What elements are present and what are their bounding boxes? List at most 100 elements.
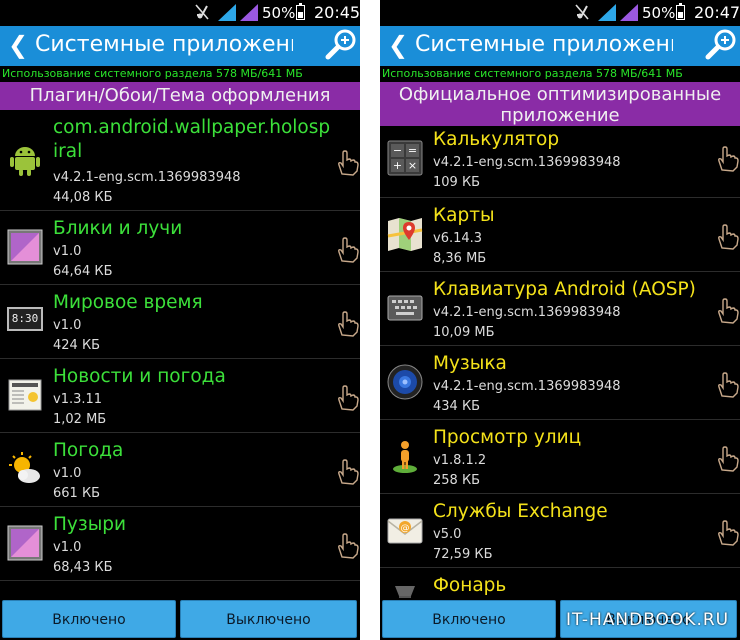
list-item[interactable]: − = + × Калькулятор v4.2.1-eng.scm.13699… <box>380 126 740 198</box>
disabled-filter-button[interactable]: Выключено <box>180 600 357 638</box>
tap-hand-icon[interactable] <box>335 383 359 411</box>
app-size: 44,08 КБ <box>53 190 113 205</box>
app-size: 68,43 КБ <box>53 560 113 575</box>
tap-hand-icon[interactable] <box>335 531 359 559</box>
list-item[interactable]: Блики и лучи v1.0 64,64 КБ <box>0 211 360 285</box>
tap-hand-icon[interactable] <box>335 235 359 263</box>
list-item[interactable]: Пузыри v1.0 68,43 КБ <box>0 507 360 581</box>
app-size: 10,09 МБ <box>433 325 495 340</box>
sound-muted-icon <box>195 4 209 20</box>
storage-usage-text: Использование системного раздела 578 МБ/… <box>380 66 740 82</box>
svg-text:−: − <box>393 144 402 157</box>
zoom-search-icon[interactable] <box>322 26 360 64</box>
svg-text:×: × <box>408 159 417 172</box>
tap-hand-icon[interactable] <box>715 444 739 472</box>
app-size: 64,64 КБ <box>53 264 113 279</box>
app-name: Службы Exchange <box>433 501 608 522</box>
app-name: Фонарь <box>433 575 507 596</box>
left-phone-screen: 50% 20:45 ❮ Системные приложения Использ… <box>0 0 360 640</box>
app-version: v1.8.1.2 <box>433 453 487 468</box>
calculator-icon: − = + × <box>387 140 423 176</box>
signal-strength-icon <box>218 4 236 21</box>
app-version: v1.0 <box>53 318 82 333</box>
app-version: v4.2.1-eng.scm.1369983948 <box>433 155 621 170</box>
email-envelope-icon: @ <box>387 518 423 544</box>
app-name: Музыка <box>433 353 507 374</box>
back-chevron-icon[interactable]: ❮ <box>8 31 28 59</box>
signal-strength-icon <box>598 4 616 21</box>
enabled-filter-button[interactable]: Включено <box>2 600 176 638</box>
speaker-icon <box>387 364 423 400</box>
status-bar: 50% 20:47 <box>380 0 740 26</box>
app-version: v1.0 <box>53 466 82 481</box>
keyboard-icon <box>387 295 423 321</box>
signal-strength-icon <box>620 4 638 21</box>
svg-text:+: + <box>393 159 402 172</box>
bottom-button-bar: Включено Выключено <box>0 598 360 640</box>
app-name: Клавиатура Android (AOSP) <box>433 279 696 300</box>
page-title: Системные приложения <box>415 32 673 57</box>
page-title: Системные приложения <box>35 32 293 57</box>
app-size: 1,02 МБ <box>53 412 107 427</box>
app-version: v4.2.1-eng.scm.1369983948 <box>53 170 241 185</box>
back-chevron-icon[interactable]: ❮ <box>388 31 408 59</box>
app-version: v1.0 <box>53 244 82 259</box>
tap-hand-icon[interactable] <box>335 309 359 337</box>
app-version: v4.2.1-eng.scm.1369983948 <box>433 379 621 394</box>
app-size: 72,59 КБ <box>433 547 493 562</box>
battery-icon <box>676 3 685 20</box>
battery-percent: 50% <box>262 4 296 22</box>
app-name: Новости и погода <box>53 366 226 387</box>
app-name: com.android.wallpaper.holospiral <box>53 117 331 162</box>
list-item[interactable]: 8:30 Мировое время v1.0 424 КБ <box>0 285 360 359</box>
sun-cloud-icon <box>9 452 40 483</box>
list-item[interactable]: Погода v1.0 661 КБ <box>0 433 360 507</box>
zoom-search-icon[interactable] <box>702 26 740 64</box>
tap-hand-icon[interactable] <box>715 370 739 398</box>
app-size: 424 КБ <box>53 338 101 353</box>
list-item[interactable]: Карты v6.14.3 8,36 МБ <box>380 198 740 272</box>
list-item[interactable]: com.android.wallpaper.holospiral v4.2.1-… <box>0 110 360 211</box>
svg-text:@: @ <box>401 524 410 534</box>
signal-strength-icon <box>240 4 258 21</box>
app-version: v1.3.11 <box>53 392 103 407</box>
app-name: Пузыри <box>53 514 127 535</box>
clock: 20:45 <box>314 3 360 22</box>
storage-usage-text: Использование системного раздела 578 МБ/… <box>0 66 360 82</box>
watermark: IT-HANDBOOK.RU <box>566 610 730 630</box>
svg-text:=: = <box>408 144 417 157</box>
status-bar: 50% 20:45 <box>0 0 360 26</box>
app-name: Просмотр улиц <box>433 427 582 448</box>
right-phone-screen: 50% 20:47 ❮ Системные приложения Использ… <box>380 0 740 640</box>
app-version: v1.0 <box>53 540 82 555</box>
sound-muted-icon <box>575 4 589 20</box>
android-robot-icon <box>10 147 40 176</box>
app-name: Погода <box>53 440 124 461</box>
wallpaper-picture-icon <box>7 229 43 265</box>
list-item[interactable]: Просмотр улиц v1.8.1.2 258 КБ <box>380 420 740 494</box>
tap-hand-icon[interactable] <box>715 296 739 324</box>
street-view-pegman-icon <box>393 441 417 473</box>
tap-hand-icon[interactable] <box>335 148 359 176</box>
clock: 20:47 <box>694 3 740 22</box>
action-bar: ❮ Системные приложения <box>380 26 740 66</box>
section-header: Официальное оптимизированные приложение <box>380 82 740 126</box>
list-item[interactable]: Клавиатура Android (AOSP) v4.2.1-eng.scm… <box>380 272 740 346</box>
tap-hand-icon[interactable] <box>715 518 739 546</box>
app-size: 434 КБ <box>433 399 481 414</box>
newspaper-icon <box>8 379 42 411</box>
tap-hand-icon[interactable] <box>335 457 359 485</box>
app-size: 258 КБ <box>433 473 481 488</box>
list-item[interactable]: @ Службы Exchange v5.0 72,59 КБ <box>380 494 740 568</box>
tap-hand-icon[interactable] <box>715 144 739 172</box>
list-item[interactable]: Музыка v4.2.1-eng.scm.1369983948 434 КБ <box>380 346 740 420</box>
wallpaper-picture-icon <box>7 525 43 561</box>
clock-8-30-icon: 8:30 <box>7 307 43 331</box>
app-name: Блики и лучи <box>53 218 183 239</box>
enabled-filter-button[interactable]: Включено <box>382 600 556 638</box>
tap-hand-icon[interactable] <box>715 222 739 250</box>
clock-icon-text: 8:30 <box>11 312 39 325</box>
section-header: Плагин/Обои/Тема оформления <box>0 82 360 110</box>
list-item[interactable]: Новости и погода v1.3.11 1,02 МБ <box>0 359 360 433</box>
app-version: v5.0 <box>433 527 462 542</box>
